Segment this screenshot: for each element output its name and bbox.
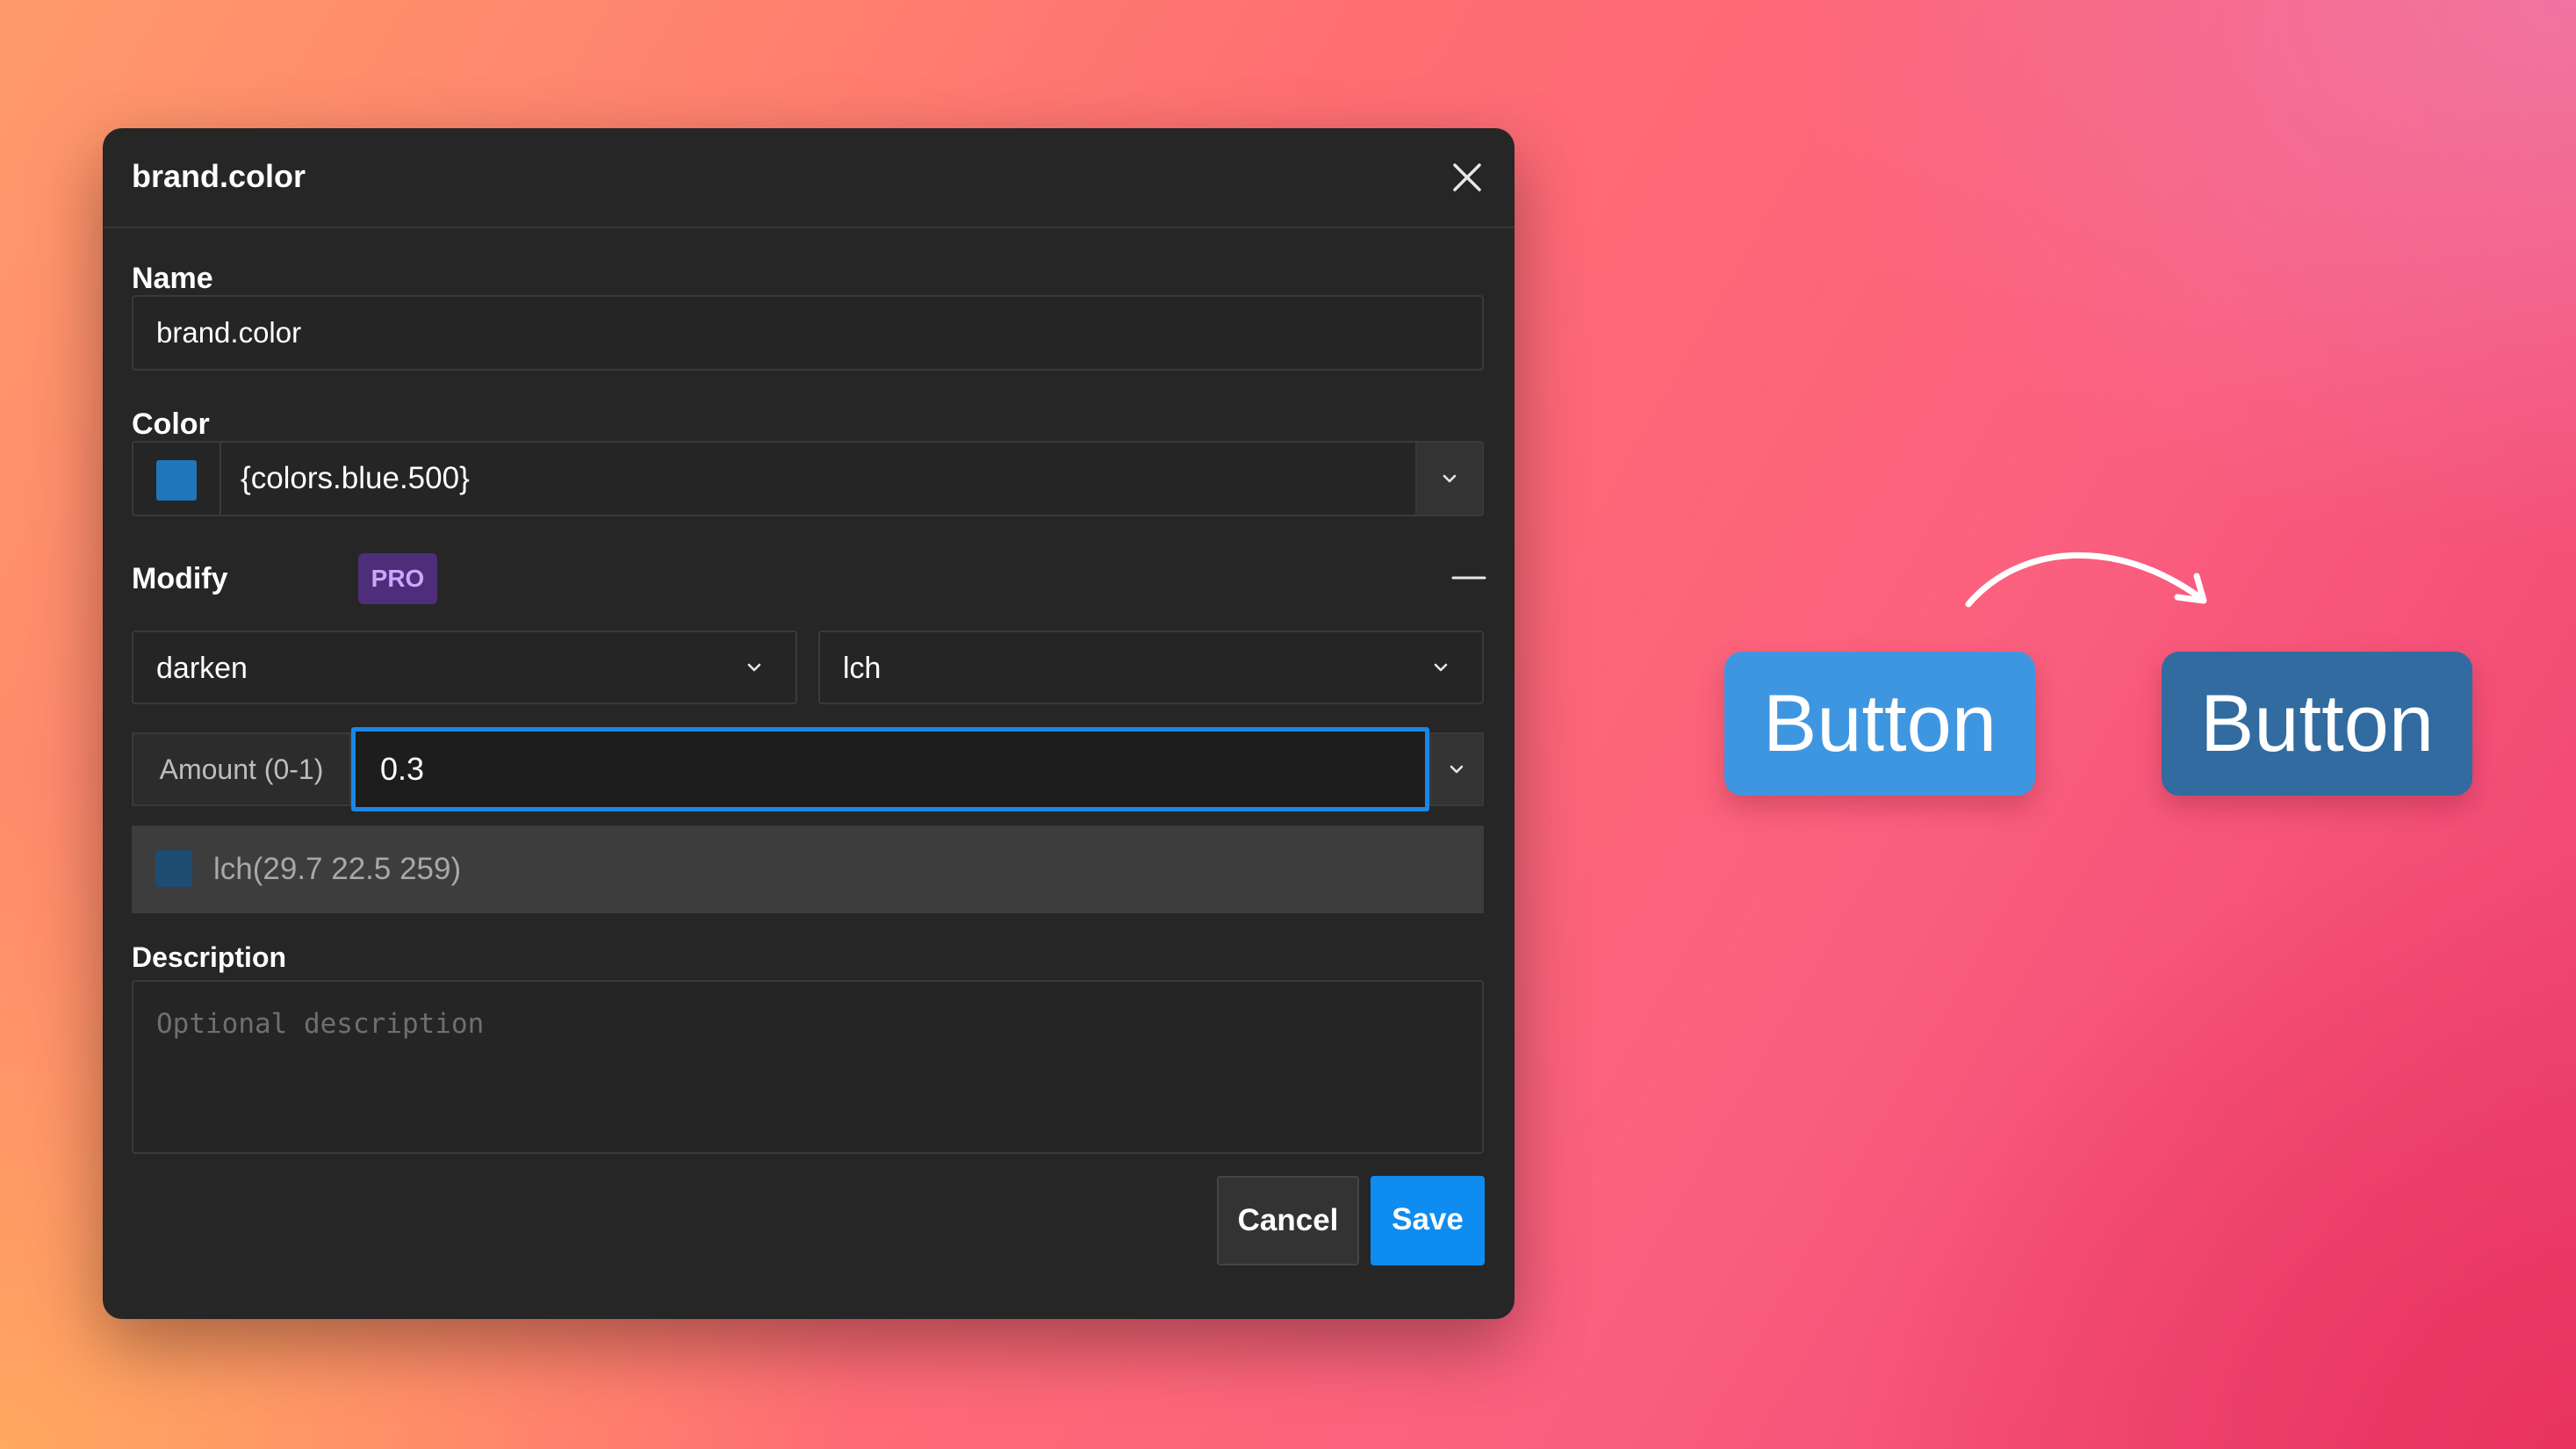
color-label: Color (132, 407, 210, 441)
save-button[interactable]: Save (1371, 1176, 1485, 1265)
modifier-type-select[interactable]: darken (132, 631, 797, 704)
color-field[interactable]: {colors.blue.500} (132, 441, 1484, 516)
chevron-down-icon (1443, 474, 1457, 483)
minus-icon (1451, 576, 1486, 580)
collapse-modify-button[interactable] (1450, 567, 1488, 588)
description-label: Description (132, 941, 287, 973)
description-placeholder: Optional description (156, 1008, 485, 1040)
color-swatch (156, 460, 197, 501)
token-edit-dialog: brand.color Name brand.color Color {colo… (103, 128, 1515, 1319)
curved-arrow-icon (1965, 551, 2207, 608)
chevron-down-icon (747, 663, 761, 672)
description-textarea[interactable]: Optional description (132, 980, 1484, 1154)
name-input-value: brand.color (156, 316, 302, 349)
color-space-value: lch (843, 652, 881, 685)
dialog-title: brand.color (132, 158, 306, 194)
color-input-value: {colors.blue.500} (241, 461, 470, 495)
close-icon (1453, 163, 1481, 191)
pro-badge: PRO (358, 553, 437, 604)
modifier-type-value: darken (156, 652, 248, 685)
amount-label: Amount (0-1) (132, 732, 351, 806)
chevron-down-icon (1434, 663, 1448, 672)
close-button[interactable] (1446, 156, 1488, 198)
name-input[interactable]: brand.color (132, 295, 1484, 371)
color-dropdown-button[interactable] (1415, 443, 1482, 515)
amount-input[interactable]: 0.3 (351, 727, 1429, 811)
result-color-swatch (155, 850, 192, 887)
color-swatch-button[interactable] (133, 443, 221, 515)
chevron-down-icon (1450, 765, 1464, 774)
modified-color-preview: lch(29.7 22.5 259) (132, 825, 1484, 913)
cancel-button[interactable]: Cancel (1217, 1176, 1359, 1265)
color-space-select[interactable]: lch (818, 631, 1484, 704)
dialog-header: brand.color (103, 128, 1515, 228)
result-color-value: lch(29.7 22.5 259) (213, 852, 462, 886)
button-after-preview: Button (2162, 652, 2472, 796)
amount-dropdown-button[interactable] (1429, 732, 1484, 806)
button-before-preview: Button (1724, 652, 2035, 796)
name-label: Name (132, 262, 213, 295)
modify-label: Modify (132, 562, 228, 595)
amount-row: Amount (0-1) 0.3 (132, 727, 1484, 811)
